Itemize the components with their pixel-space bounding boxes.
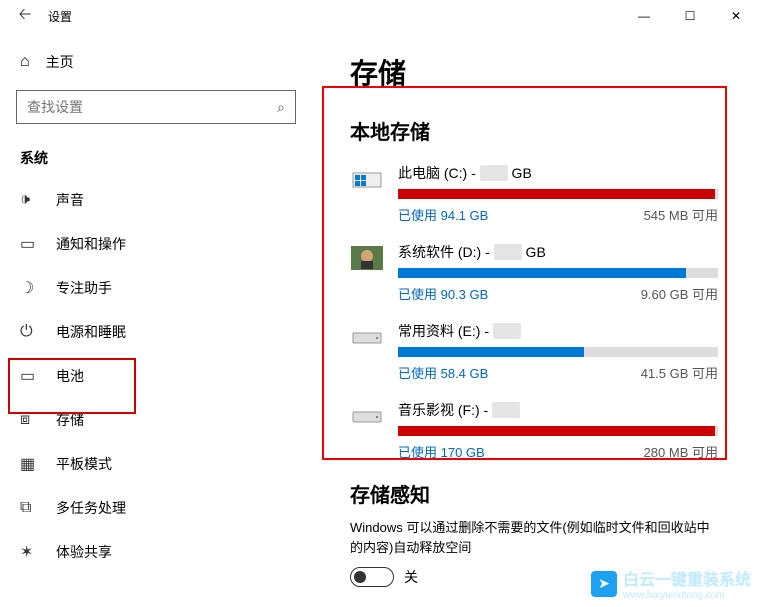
drive-free: 41.5 GB 可用 xyxy=(641,363,718,382)
toggle-knob xyxy=(354,571,366,583)
tablet-icon: ▦ xyxy=(20,454,38,474)
drive-icon xyxy=(350,402,384,430)
drive-icon xyxy=(350,244,384,272)
close-button[interactable]: ✕ xyxy=(713,0,759,32)
sidebar-item-label: 声音 xyxy=(56,190,84,210)
sidebar-item-focus[interactable]: ☽ 专注助手 xyxy=(0,266,320,310)
sidebar-item-label: 通知和操作 xyxy=(56,234,126,254)
notify-icon: ▭ xyxy=(20,234,38,254)
sound-icon: 🕩 xyxy=(20,191,38,209)
sidebar-item-label: 多任务处理 xyxy=(56,498,126,518)
home-label: 主页 xyxy=(46,52,74,72)
drive-free: 280 MB 可用 xyxy=(644,442,718,461)
drive-free: 545 MB 可用 xyxy=(644,205,718,224)
sidebar-item-sound[interactable]: 🕩 声音 xyxy=(0,178,320,222)
drive-bar xyxy=(398,268,718,278)
sidebar-item-battery[interactable]: ▭ 电池 xyxy=(0,354,320,398)
storage-sense-title: 存储感知 xyxy=(350,479,749,508)
power-icon: ⏻ xyxy=(20,323,38,341)
window-title: 设置 xyxy=(48,8,72,25)
sidebar-item-share[interactable]: ✶ 体验共享 xyxy=(0,530,320,574)
storage-sense-toggle[interactable] xyxy=(350,567,394,587)
drive-used: 已使用 90.3 GB xyxy=(398,284,488,303)
search-field[interactable] xyxy=(27,99,277,115)
section-header: 系统 xyxy=(0,140,320,178)
drive-title: 此电脑 (C:) - XXX GB xyxy=(398,163,729,183)
focus-icon: ☽ xyxy=(20,278,38,298)
drive-free: 9.60 GB 可用 xyxy=(641,284,718,303)
drive-used: 已使用 58.4 GB xyxy=(398,363,488,382)
back-button[interactable]: 🡠 xyxy=(10,1,40,31)
watermark-icon: ➤ xyxy=(591,571,617,597)
drive-icon xyxy=(350,323,384,351)
search-input[interactable]: ⌕ xyxy=(16,90,296,124)
watermark-text: 白云一键重装系统 xyxy=(623,566,751,590)
home-icon: ⌂ xyxy=(20,53,30,71)
sidebar-item-label: 平板模式 xyxy=(56,454,112,474)
drive-bar xyxy=(398,189,718,199)
drive-title: 音乐影视 (F:) - XXX xyxy=(398,400,729,420)
drive-row[interactable]: 音乐影视 (F:) - XXX 已使用 170 GB 280 MB 可用 xyxy=(350,400,749,461)
sidebar-item-storage[interactable]: ⧈ 存储 xyxy=(0,398,320,442)
sidebar-item-multitask[interactable]: ⧉ 多任务处理 xyxy=(0,486,320,530)
drive-icon xyxy=(350,165,384,193)
local-storage-header: 本地存储 xyxy=(350,116,749,145)
sidebar: ⌂ 主页 ⌕ 系统 🕩 声音▭ 通知和操作☽ 专注助手⏻ 电源和睡眠▭ 电池⧈ … xyxy=(0,32,320,607)
sidebar-item-label: 体验共享 xyxy=(56,542,112,562)
sidebar-item-label: 电池 xyxy=(56,366,84,386)
maximize-button[interactable]: ☐ xyxy=(667,0,713,32)
drive-title: 常用资料 (E:) - XXX xyxy=(398,321,729,341)
drive-bar xyxy=(398,426,718,436)
page-title: 存储 xyxy=(350,52,749,92)
main-panel: 存储 本地存储 此电脑 (C:) - XXX GB 已使用 94.1 GB 54… xyxy=(320,32,759,607)
sidebar-item-power[interactable]: ⏻ 电源和睡眠 xyxy=(0,310,320,354)
sidebar-item-label: 专注助手 xyxy=(56,278,112,298)
drive-title: 系统软件 (D:) - XXX GB xyxy=(398,242,729,262)
drive-row[interactable]: 此电脑 (C:) - XXX GB 已使用 94.1 GB 545 MB 可用 xyxy=(350,163,749,224)
storage-icon: ⧈ xyxy=(20,411,38,429)
drive-used: 已使用 94.1 GB xyxy=(398,205,488,224)
sidebar-item-label: 存储 xyxy=(56,410,84,430)
watermark-url: www.baiyunxitong.com xyxy=(623,590,751,601)
sidebar-item-label: 电源和睡眠 xyxy=(56,322,126,342)
multitask-icon: ⧉ xyxy=(20,499,38,517)
drive-row[interactable]: 常用资料 (E:) - XXX 已使用 58.4 GB 41.5 GB 可用 xyxy=(350,321,749,382)
storage-sense-desc: Windows 可以通过删除不需要的文件(例如临时文件和回收站中的内容)自动释放… xyxy=(350,518,720,557)
home-link[interactable]: ⌂ 主页 xyxy=(0,42,320,82)
sidebar-item-notify[interactable]: ▭ 通知和操作 xyxy=(0,222,320,266)
drive-used: 已使用 170 GB xyxy=(398,442,485,461)
sidebar-item-tablet[interactable]: ▦ 平板模式 xyxy=(0,442,320,486)
toggle-label: 关 xyxy=(404,567,418,587)
drive-row[interactable]: 系统软件 (D:) - XXX GB 已使用 90.3 GB 9.60 GB 可… xyxy=(350,242,749,303)
watermark: ➤ 白云一键重装系统 www.baiyunxitong.com xyxy=(591,566,751,601)
drive-bar xyxy=(398,347,718,357)
minimize-button[interactable]: — xyxy=(621,0,667,32)
share-icon: ✶ xyxy=(20,542,38,562)
search-icon: ⌕ xyxy=(277,99,285,116)
battery-icon: ▭ xyxy=(20,366,38,386)
